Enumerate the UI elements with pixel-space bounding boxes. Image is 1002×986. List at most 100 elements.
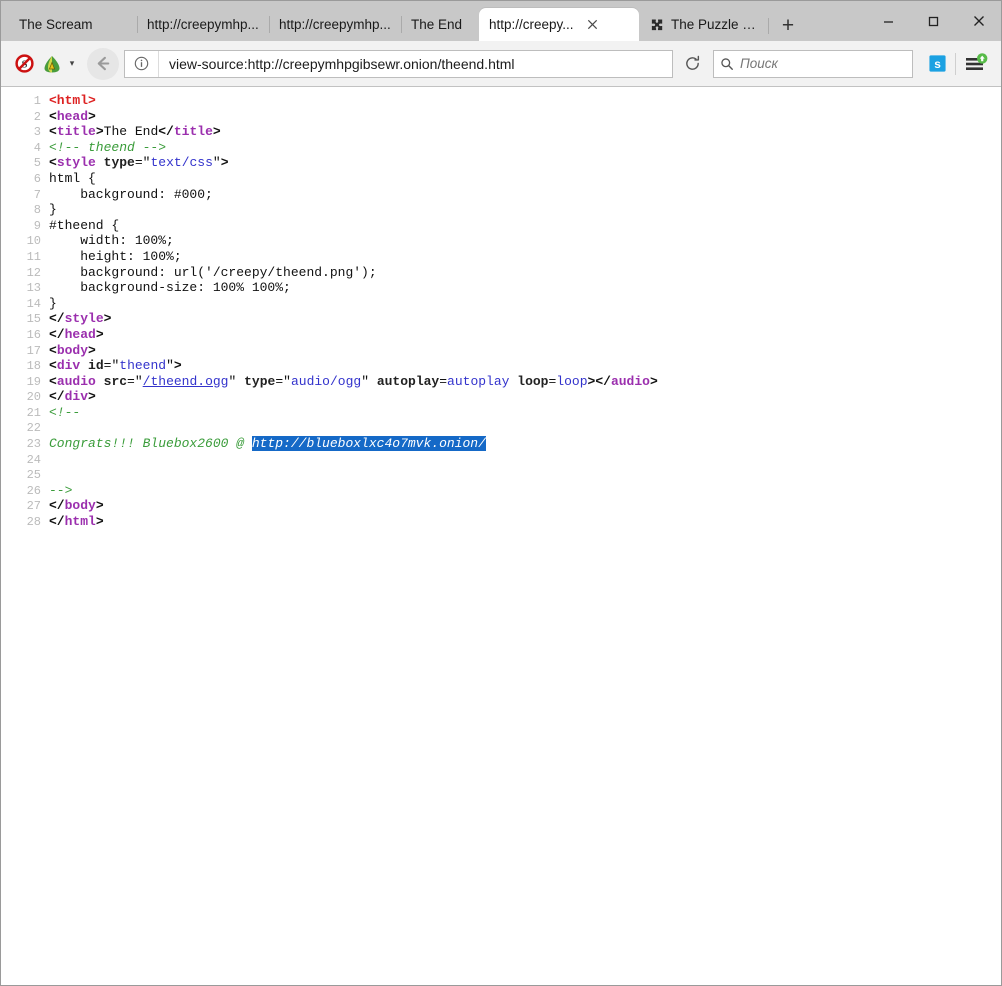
close-window-button[interactable] — [956, 5, 1001, 37]
tab-separator — [269, 16, 270, 33]
menu-button[interactable] — [959, 49, 993, 79]
reload-button[interactable] — [675, 50, 709, 78]
code-token: div — [57, 358, 80, 373]
line-number: 16 — [1, 328, 41, 344]
onion-addon-button[interactable] — [39, 49, 65, 79]
line-number: 26 — [1, 484, 41, 500]
line-number: 20 — [1, 390, 41, 406]
back-button[interactable] — [87, 48, 119, 80]
code-token: The End — [104, 124, 159, 139]
line-content: </html> — [41, 514, 104, 529]
tab-separator — [401, 16, 402, 33]
tab-label: The End — [411, 17, 462, 32]
line-number: 24 — [1, 453, 41, 469]
code-token: < — [49, 124, 57, 139]
tab-label: http://creepymhp... — [279, 17, 391, 32]
code-token: " — [213, 155, 221, 170]
code-token: " — [283, 374, 291, 389]
code-token: audio — [57, 374, 96, 389]
url-bar[interactable]: view-source:http://creepymhpgibsewr.onio… — [124, 50, 673, 78]
code-token — [236, 374, 244, 389]
source-line: 7 background: #000; — [1, 187, 1001, 203]
selected-url[interactable]: http://blueboxlxc4o7mvk.onion/ — [252, 436, 486, 451]
code-token: > — [88, 343, 96, 358]
source-line: 23Congrats!!! Bluebox2600 @ http://blueb… — [1, 436, 1001, 452]
line-number: 25 — [1, 468, 41, 484]
source-line: 20</div> — [1, 389, 1001, 405]
maximize-button[interactable] — [911, 5, 956, 37]
line-content: <body> — [41, 343, 96, 358]
tabs-container: The Screamhttp://creepymhp...http://cree… — [9, 8, 767, 41]
tab-2[interactable]: http://creepymhp... — [269, 8, 401, 41]
close-icon — [972, 14, 986, 28]
skype-button[interactable]: s — [921, 49, 953, 79]
line-number: 6 — [1, 172, 41, 188]
line-content: width: 100%; — [41, 233, 174, 248]
code-token: loop — [556, 374, 587, 389]
tab-1[interactable]: http://creepymhp... — [137, 8, 269, 41]
line-content: <title>The End</title> — [41, 124, 221, 139]
line-number: 4 — [1, 141, 41, 157]
tab-5[interactable]: The Puzzle Ma... — [639, 8, 767, 41]
tab-4[interactable]: http://creepy... — [479, 8, 639, 41]
source-line: 28</html> — [1, 514, 1001, 530]
code-token: audio — [611, 374, 650, 389]
url-text[interactable]: view-source:http://creepymhpgibsewr.onio… — [159, 56, 515, 72]
tab-0[interactable]: The Scream — [9, 8, 137, 41]
line-number: 2 — [1, 110, 41, 126]
line-number: 12 — [1, 266, 41, 282]
code-token: type — [244, 374, 275, 389]
code-token — [369, 374, 377, 389]
tab-strip: The Screamhttp://creepymhp...http://cree… — [1, 1, 1001, 41]
code-token[interactable]: /theend.ogg — [143, 374, 229, 389]
line-content: background: #000; — [41, 187, 213, 202]
source-line: 10 width: 100%; — [1, 233, 1001, 249]
source-line: 4<!-- theend --> — [1, 140, 1001, 156]
minimize-button[interactable] — [866, 5, 911, 37]
line-number: 23 — [1, 437, 41, 453]
source-line: 13 background-size: 100% 100%; — [1, 280, 1001, 296]
code-token: autoplay — [447, 374, 509, 389]
line-content: <audio src="/theend.ogg" type="audio/ogg… — [41, 374, 658, 389]
line-content: } — [41, 202, 57, 217]
line-content: background-size: 100% 100%; — [41, 280, 291, 295]
tab-close-button[interactable] — [584, 16, 601, 33]
tab-label: The Puzzle Ma... — [671, 17, 757, 32]
code-token — [96, 155, 104, 170]
code-token: > — [96, 498, 104, 513]
code-token: </ — [49, 498, 65, 513]
code-token: body — [57, 343, 88, 358]
code-token: < — [49, 343, 57, 358]
code-token: title — [57, 124, 96, 139]
search-input[interactable]: Поиск — [740, 56, 778, 71]
source-line: 18<div id="theend"> — [1, 358, 1001, 374]
code-token: " — [166, 358, 174, 373]
browser-window: The Screamhttp://creepymhp...http://cree… — [0, 0, 1002, 986]
identity-button[interactable] — [125, 51, 159, 77]
line-number: 19 — [1, 375, 41, 391]
minimize-icon — [882, 15, 895, 28]
view-source-content[interactable]: 1<html>2<head>3<title>The End</title>4<!… — [1, 87, 1001, 985]
line-content: <!-- — [41, 405, 80, 420]
back-arrow-icon — [94, 54, 113, 73]
noscript-button[interactable]: S — [9, 49, 39, 79]
search-bar[interactable]: Поиск — [713, 50, 913, 78]
tab-3[interactable]: The End — [401, 8, 479, 41]
code-token: " — [135, 374, 143, 389]
code-token: </ — [158, 124, 174, 139]
line-number: 14 — [1, 297, 41, 313]
addon-dropdown-button[interactable]: ▾ — [65, 49, 79, 79]
code-token: = — [135, 155, 143, 170]
line-number: 3 — [1, 125, 41, 141]
code-token: < — [49, 358, 57, 373]
reload-icon — [684, 55, 701, 72]
code-token: audio/ogg — [291, 374, 361, 389]
code-token: <!-- — [49, 405, 80, 420]
line-number: 1 — [1, 94, 41, 110]
source-line: 14} — [1, 296, 1001, 312]
code-token: text/css — [150, 155, 212, 170]
code-token: < — [49, 374, 57, 389]
new-tab-button[interactable]: + — [773, 11, 803, 41]
line-number: 22 — [1, 421, 41, 437]
code-token: } — [49, 296, 57, 311]
